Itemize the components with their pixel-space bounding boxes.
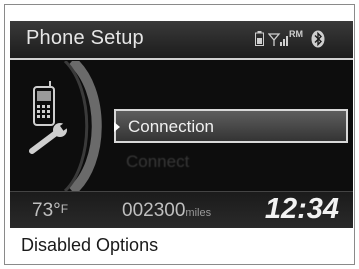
status-icons: RM [255,29,345,49]
selection-pointer-icon [114,122,120,132]
odometer-readout: 002300miles [122,200,211,222]
bluetooth-icon [311,30,325,53]
temperature-value: 73° [32,200,61,221]
figure-frame: Phone Setup RM Connection Connect 73°F 0… [4,4,355,265]
temperature-readout: 73°F [32,200,68,222]
page-title: Phone Setup [26,27,144,49]
clock: 12:34 [264,193,339,225]
roam-icon: RM [289,29,303,39]
phone-wrench-graphic [10,57,120,195]
display-screen: Phone Setup RM Connection Connect 73°F 0… [10,21,353,228]
menu-item-label: Connection [128,117,215,136]
temperature-unit: F [60,202,69,216]
menu-item-connection[interactable]: Connection [114,109,348,143]
odometer-value: 002300 [122,200,186,221]
screen-header: Phone Setup RM [10,21,353,60]
battery-icon [255,31,264,51]
odometer-unit: miles [185,207,212,219]
phone-wrench-icon [29,81,70,154]
status-footer: 73°F 002300miles 12:34 [10,191,353,228]
menu-item-disabled: Connect [126,152,190,171]
signal-icon [267,33,288,52]
figure-caption: Disabled Options [21,235,159,255]
